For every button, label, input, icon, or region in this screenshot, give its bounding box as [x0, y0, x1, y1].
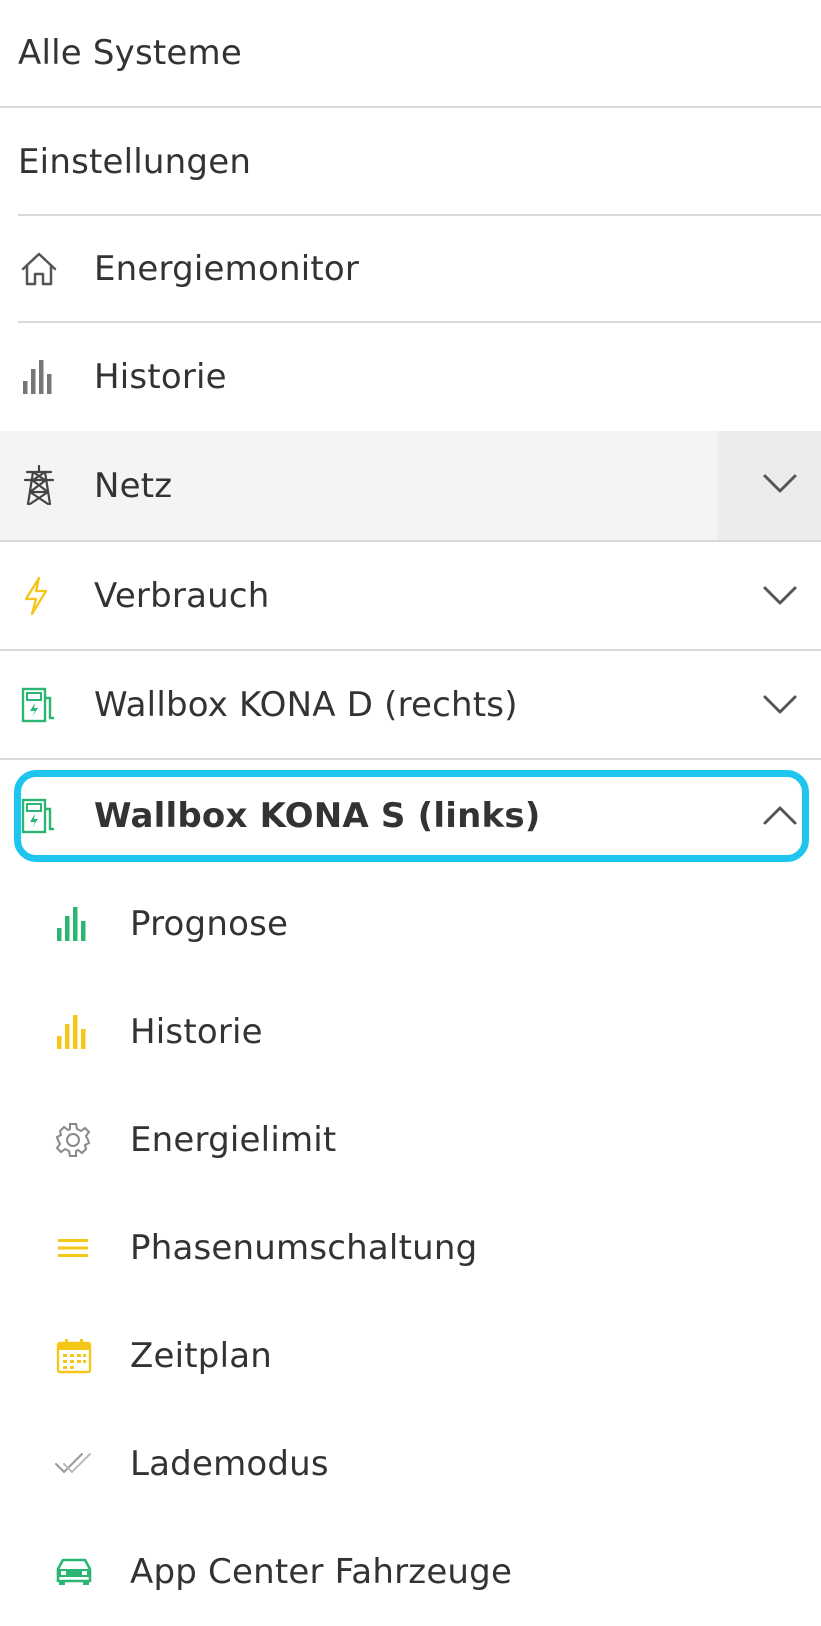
- gear-icon: [55, 1123, 91, 1157]
- menu-item-wallbox-d[interactable]: Wallbox KONA D (rechts): [0, 651, 821, 759]
- submenu-item-label: Energielimit: [130, 1120, 337, 1160]
- menu-item-label: Energiemonitor: [94, 249, 360, 289]
- menu-item-all-systems[interactable]: Alle Systeme: [0, 0, 821, 106]
- chevron-down-icon[interactable]: [762, 585, 798, 607]
- bar-chart-icon: [57, 907, 86, 941]
- menu-item-label: Historie: [94, 356, 227, 397]
- chevron-down-icon[interactable]: [762, 473, 798, 495]
- submenu-item-schedule[interactable]: Zeitplan: [0, 1302, 821, 1410]
- bar-chart-icon: [23, 360, 52, 394]
- menu-item-label: Einstellungen: [18, 141, 252, 182]
- ev-charger-icon: [21, 798, 54, 834]
- menu-item-settings[interactable]: Einstellungen: [0, 108, 821, 215]
- menu-item-label: Wallbox KONA S (links): [94, 796, 541, 836]
- chevron-down-icon[interactable]: [762, 694, 798, 716]
- menu-lines-icon: [58, 1239, 88, 1257]
- lightning-icon: [24, 576, 48, 616]
- power-tower-icon: [23, 464, 55, 506]
- navigation-menu: Alle Systeme Einstellungen Energiemonito…: [0, 0, 821, 1600]
- menu-item-grid[interactable]: Netz: [0, 431, 821, 540]
- menu-item-label: Wallbox KONA D (rechts): [94, 685, 518, 725]
- menu-item-label: Verbrauch: [94, 576, 270, 616]
- car-icon: [56, 1558, 92, 1585]
- submenu-item-label: App Center Fahrzeuge: [130, 1552, 513, 1592]
- ev-charger-icon: [21, 687, 54, 723]
- submenu-item-energy-limit[interactable]: Energielimit: [0, 1086, 821, 1194]
- chevron-up-icon[interactable]: [762, 804, 798, 826]
- submenu-item-phase-switching[interactable]: Phasenumschaltung: [0, 1194, 821, 1302]
- checkmarks-icon: [55, 1453, 91, 1474]
- submenu-item-label: Historie: [130, 1012, 263, 1052]
- menu-item-wallbox-s[interactable]: Wallbox KONA S (links): [0, 770, 821, 862]
- calendar-icon: [56, 1339, 92, 1374]
- submenu-item-label: Lademodus: [130, 1444, 329, 1484]
- submenu-item-forecast[interactable]: Prognose: [0, 870, 821, 978]
- submenu-item-app-center[interactable]: App Center Fahrzeuge: [0, 1518, 821, 1626]
- submenu-item-label: Phasenumschaltung: [130, 1228, 478, 1268]
- menu-item-history[interactable]: Historie: [0, 323, 821, 430]
- submenu-item-history[interactable]: Historie: [0, 978, 821, 1086]
- menu-item-consumption[interactable]: Verbrauch: [0, 542, 821, 650]
- home-icon: [21, 252, 57, 286]
- menu-item-label: Alle Systeme: [18, 33, 242, 73]
- submenu-item-charging-mode[interactable]: Lademodus: [0, 1410, 821, 1518]
- submenu-item-label: Zeitplan: [130, 1336, 272, 1376]
- submenu-item-label: Prognose: [130, 904, 289, 944]
- divider: [0, 758, 821, 760]
- bar-chart-icon: [57, 1015, 86, 1049]
- menu-item-energy-monitor[interactable]: Energiemonitor: [0, 216, 821, 322]
- menu-item-label: Netz: [94, 465, 173, 506]
